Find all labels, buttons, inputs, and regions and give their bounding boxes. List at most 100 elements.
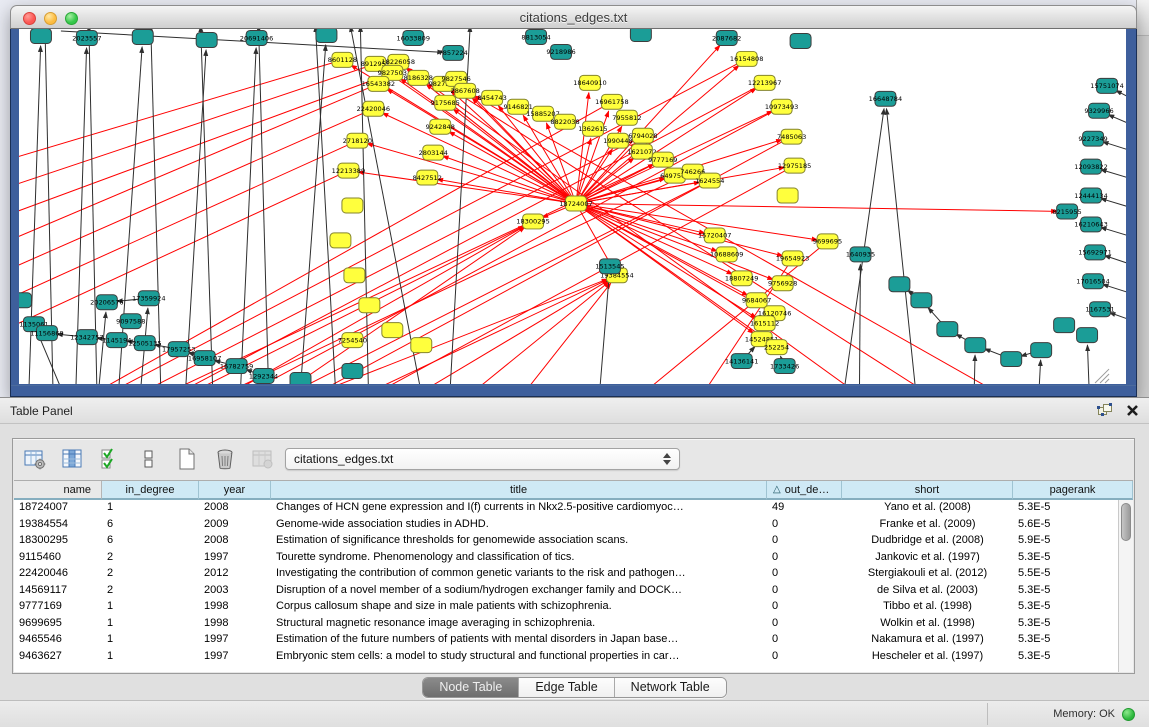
select-checks-icon[interactable] (99, 447, 123, 471)
graph-node[interactable]: 15751074 (1090, 78, 1124, 93)
graph-edge[interactable] (300, 45, 325, 384)
graph-edge[interactable] (367, 143, 576, 203)
graph-node[interactable] (777, 188, 798, 203)
table-row[interactable]: 911546021997Tourette syndrome. Phenomeno… (14, 550, 1118, 567)
graph-node[interactable]: 1624554 (695, 173, 724, 188)
graph-node[interactable]: 1167531 (1085, 302, 1114, 317)
graph-node[interactable] (1001, 352, 1022, 367)
graph-node[interactable]: 9777169 (648, 152, 677, 167)
tab-node-table[interactable]: Node Table (423, 678, 519, 697)
graph-edge[interactable] (1109, 313, 1126, 322)
graph-node[interactable] (630, 29, 651, 41)
graph-node[interactable] (19, 293, 31, 308)
graph-node[interactable] (290, 373, 311, 384)
table-row[interactable]: 969969511998Structural magnetic resonanc… (14, 616, 1118, 633)
graph-node[interactable] (1031, 343, 1052, 358)
graph-edge[interactable] (1087, 345, 1089, 384)
graph-node[interactable]: 1513545 (595, 259, 624, 274)
graph-node[interactable]: 2867608 (451, 83, 480, 98)
memory-ok-icon[interactable] (1122, 708, 1135, 721)
graph-edge[interactable] (99, 312, 106, 384)
tab-edge-table[interactable]: Edge Table (519, 678, 614, 697)
graph-edge[interactable] (19, 109, 373, 299)
graph-node[interactable]: 8813054 (521, 29, 550, 44)
graph-node[interactable]: 9227349 (1078, 131, 1107, 146)
graph-node[interactable]: 16210643 (1074, 217, 1108, 232)
table-column-icon[interactable] (61, 447, 85, 471)
graph-edge[interactable] (1101, 227, 1126, 237)
graph-node[interactable] (911, 293, 932, 308)
table-settings-icon[interactable] (23, 447, 47, 471)
graph-node[interactable] (382, 323, 403, 338)
graph-edge[interactable] (1039, 360, 1040, 384)
graph-node[interactable]: 9756928 (768, 276, 797, 291)
graph-node[interactable]: 1640935 (846, 247, 875, 262)
graph-edge[interactable] (886, 109, 915, 384)
graph-node[interactable]: 2718120 (343, 133, 372, 148)
graph-edge[interactable] (576, 204, 717, 252)
column-header-title[interactable]: title (271, 481, 767, 500)
graph-edge[interactable] (576, 204, 1057, 212)
column-header-short[interactable]: short (842, 481, 1013, 500)
graph-edge[interactable] (1108, 115, 1126, 126)
column-header-year[interactable]: year (199, 481, 271, 500)
graph-node[interactable] (889, 277, 910, 292)
graph-node[interactable]: 12342757 (70, 330, 104, 345)
graph-node[interactable]: 15692971 (1078, 245, 1112, 260)
graph-node[interactable]: 6794028 (628, 128, 657, 143)
graph-edge[interactable] (291, 227, 525, 384)
graph-node[interactable] (342, 364, 363, 379)
graph-node[interactable]: 9699695 (813, 234, 842, 249)
graph-node[interactable]: 12505135 (128, 336, 162, 351)
graph-node[interactable]: 17359924 (132, 291, 166, 306)
graph-node[interactable]: 20691406 (240, 30, 274, 45)
graph-node[interactable]: 7485063 (777, 129, 806, 144)
graph-node[interactable]: 16782759 (220, 359, 254, 374)
graph-node[interactable]: 9329966 (1084, 103, 1113, 118)
tab-network-table[interactable]: Network Table (615, 678, 726, 697)
graph-node[interactable]: 17016504 (1076, 274, 1110, 289)
graph-node[interactable]: 8454743 (477, 90, 506, 105)
graph-node[interactable] (30, 29, 51, 43)
graph-node[interactable]: 16154808 (730, 51, 764, 66)
column-header-in_degree[interactable]: in_degree (102, 481, 199, 500)
graph-node[interactable]: 8427512 (413, 170, 442, 185)
table-row[interactable]: 1872400712008Changes of HCN gene express… (14, 500, 1118, 517)
graph-node[interactable] (330, 233, 351, 248)
graph-node[interactable]: 16648784 (869, 91, 903, 106)
graph-node[interactable]: 2087682 (712, 30, 741, 45)
graph-node[interactable]: 2803144 (419, 145, 448, 160)
table-row[interactable]: 2242004622012Investigating the contribut… (14, 566, 1118, 583)
graph-node[interactable]: 1733426 (770, 359, 799, 374)
graph-node[interactable]: 16961758 (595, 94, 629, 109)
graph-node[interactable] (344, 268, 365, 283)
graph-node[interactable]: 2023557 (72, 30, 101, 45)
graph-node[interactable]: 12213967 (748, 75, 782, 90)
column-header-name[interactable]: name (14, 481, 102, 500)
graph-edge[interactable] (600, 276, 609, 384)
graph-node[interactable]: 9242848 (426, 119, 455, 134)
table-scrollbar[interactable] (1118, 500, 1133, 672)
graph-edge[interactable] (221, 181, 710, 384)
delete-trash-icon[interactable] (213, 447, 237, 471)
table-row[interactable]: 1938455462009Genome-wide association stu… (14, 517, 1118, 534)
graph-node[interactable]: 14136141 (725, 354, 759, 369)
graph-edge[interactable] (1116, 90, 1126, 99)
graph-edge[interactable] (1105, 256, 1126, 266)
graph-node[interactable]: 12093822 (1074, 159, 1108, 174)
graph-node[interactable]: 8215955 (1052, 204, 1081, 219)
graph-node[interactable]: 16033809 (397, 30, 431, 45)
graph-node[interactable]: 7857224 (439, 45, 468, 60)
graph-edge[interactable] (241, 48, 257, 384)
graph-edge[interactable] (974, 355, 975, 384)
graph-node[interactable] (1054, 318, 1075, 333)
table-row[interactable]: 946554611997Estimation of the future num… (14, 632, 1118, 649)
graph-node[interactable]: 9175685 (431, 95, 460, 110)
graph-edge[interactable] (1103, 284, 1126, 294)
table-row[interactable]: 946362711997Embryonic stem cells: a mode… (14, 649, 1118, 666)
graph-node[interactable] (132, 29, 153, 44)
rows-compact-icon[interactable] (137, 447, 161, 471)
column-header-pagerank[interactable]: pagerank (1013, 481, 1133, 500)
graph-node[interactable]: 12444134 (1074, 188, 1108, 203)
graph-node[interactable]: 19654923 (776, 251, 810, 266)
